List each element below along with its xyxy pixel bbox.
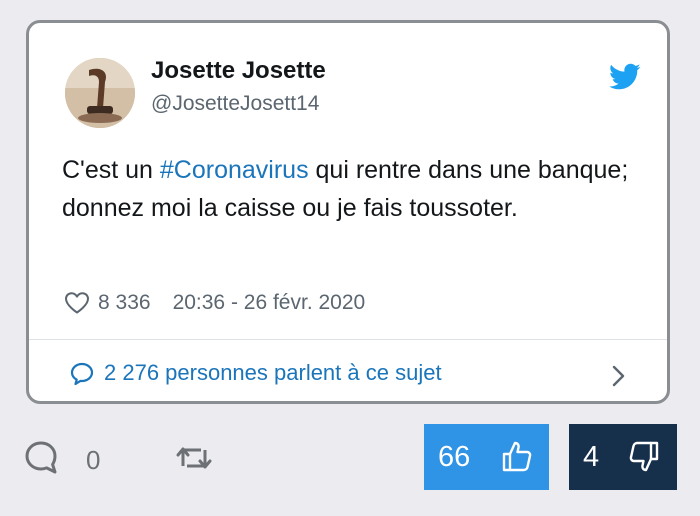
chat-bubble-icon <box>70 362 94 386</box>
like-count: 8 336 <box>98 291 151 314</box>
upvote-count: 66 <box>438 441 471 473</box>
author-name[interactable]: Josette Josette <box>151 57 326 85</box>
avatar[interactable] <box>65 58 135 128</box>
retweet-icon[interactable] <box>175 444 213 472</box>
hashtag-link[interactable]: #Coronavirus <box>160 156 309 184</box>
comment-count: 0 <box>86 445 101 475</box>
heart-icon[interactable] <box>64 291 90 315</box>
comment-bubble-icon[interactable] <box>24 440 60 476</box>
downvote-count: 4 <box>583 441 600 473</box>
author-handle[interactable]: @JosetteJosett14 <box>151 92 319 116</box>
tweet-timestamp[interactable]: 20:36 - 26 févr. 2020 <box>173 291 366 315</box>
thumbs-down-icon <box>629 441 659 472</box>
tweet-text-start: C'est un <box>62 156 160 184</box>
upvote-button[interactable]: 66 <box>424 424 549 490</box>
downvote-button[interactable]: 4 <box>569 424 677 490</box>
action-bar: 0 66 4 <box>0 420 700 516</box>
tweet-card: Josette Josette @JosetteJosett14 C'est u… <box>26 20 670 404</box>
conversation-link[interactable]: 2 276 personnes parlent à ce sujet <box>29 340 667 401</box>
tweet-meta: 8 336 20:36 - 26 févr. 2020 <box>64 287 365 319</box>
conversation-label: 2 276 personnes parlent à ce sujet <box>104 360 442 385</box>
twitter-bird-icon[interactable] <box>609 63 641 91</box>
chevron-right-icon <box>612 365 625 387</box>
thumbs-up-icon <box>502 441 532 472</box>
tweet-text: C'est un #Coronavirus qui rentre dans un… <box>62 151 642 227</box>
